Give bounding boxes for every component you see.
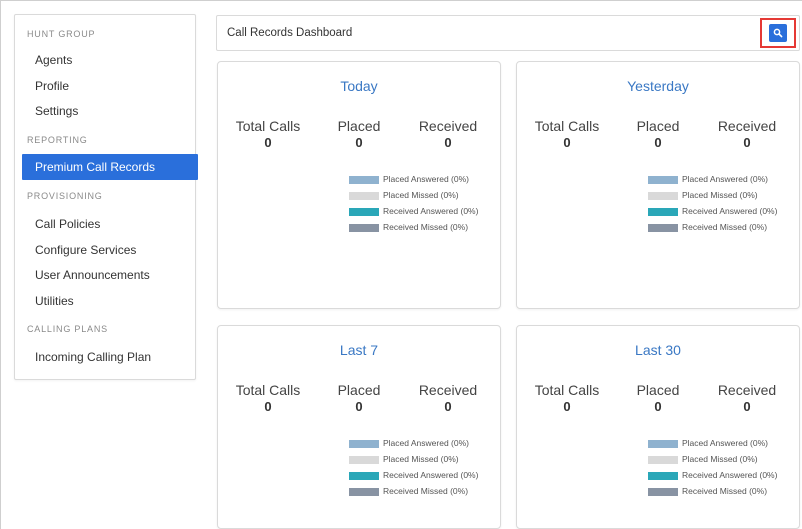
stat-placed: Placed 0 bbox=[314, 118, 404, 150]
legend-label: Placed Missed (0%) bbox=[682, 190, 758, 200]
stat-total-calls: Total Calls 0 bbox=[223, 118, 313, 150]
card-title: Today bbox=[340, 78, 378, 94]
page-title: Call Records Dashboard bbox=[227, 27, 353, 39]
legend-label: Placed Answered (0%) bbox=[682, 174, 768, 184]
card-yesterday: Yesterday Total Calls 0 Placed 0 Received 0… bbox=[516, 61, 800, 309]
section-hunt-group: HUNT GROUP bbox=[27, 29, 96, 39]
search-button[interactable] bbox=[769, 24, 787, 42]
legend-swatch bbox=[648, 456, 678, 464]
sidebar-item-configure-services[interactable]: Configure Services bbox=[35, 243, 136, 257]
stat-label: Received bbox=[418, 118, 478, 134]
stat-placed: Placed 0 bbox=[613, 382, 703, 414]
legend-swatch bbox=[648, 472, 678, 480]
sidebar: HUNT GROUP Agents Profile Settings REPOR… bbox=[14, 14, 198, 380]
stat-label: Received bbox=[717, 382, 777, 398]
sidebar-item-profile[interactable]: Profile bbox=[35, 79, 69, 93]
sidebar-item-agents[interactable]: Agents bbox=[35, 53, 72, 67]
card-title: Last 7 bbox=[339, 342, 379, 358]
legend-swatch bbox=[648, 440, 678, 448]
stat-label: Total Calls bbox=[235, 118, 301, 134]
sidebar-item-settings[interactable]: Settings bbox=[35, 104, 78, 118]
stat-value: 0 bbox=[654, 399, 662, 414]
legend-swatch bbox=[349, 472, 379, 480]
section-reporting: REPORTING bbox=[27, 135, 88, 145]
stat-received: Received 0 bbox=[403, 382, 493, 414]
legend-label: Placed Answered (0%) bbox=[682, 438, 768, 448]
legend-label: Received Missed (0%) bbox=[383, 222, 469, 232]
stat-label: Total Calls bbox=[534, 118, 600, 134]
card-today: Today Total Calls 0 Placed 0 Received 0 Pla… bbox=[217, 61, 501, 309]
stat-received: Received 0 bbox=[702, 118, 792, 150]
legend-label: Received Missed (0%) bbox=[383, 486, 469, 496]
legend-label: Received Answered (0%) bbox=[383, 206, 479, 216]
legend-swatch bbox=[349, 176, 379, 184]
legend-swatch bbox=[349, 224, 379, 232]
legend-label: Received Answered (0%) bbox=[682, 206, 778, 216]
legend-label: Placed Missed (0%) bbox=[383, 454, 459, 464]
section-provisioning: PROVISIONING bbox=[27, 191, 103, 201]
stat-value: 0 bbox=[444, 135, 452, 150]
legend-swatch bbox=[349, 192, 379, 200]
stat-placed: Placed 0 bbox=[314, 382, 404, 414]
stat-total-calls: Total Calls 0 bbox=[223, 382, 313, 414]
stat-total-calls: Total Calls 0 bbox=[522, 118, 612, 150]
stat-label: Total Calls bbox=[235, 382, 301, 398]
legend-swatch bbox=[349, 440, 379, 448]
stat-label: Placed bbox=[337, 382, 381, 398]
sidebar-item-incoming-calling-plan[interactable]: Incoming Calling Plan bbox=[35, 350, 151, 364]
stat-label: Placed bbox=[636, 382, 680, 398]
stat-value: 0 bbox=[563, 399, 571, 414]
legend-label: Placed Answered (0%) bbox=[383, 174, 469, 184]
legend-label: Received Answered (0%) bbox=[682, 470, 778, 480]
stat-value: 0 bbox=[743, 135, 751, 150]
legend-swatch bbox=[648, 208, 678, 216]
legend-label: Received Missed (0%) bbox=[682, 486, 768, 496]
legend-swatch bbox=[648, 488, 678, 496]
card-last-30: Last 30 Total Calls 0 Placed 0 Received 0 P… bbox=[516, 325, 800, 529]
legend-label: Placed Missed (0%) bbox=[682, 454, 758, 464]
sidebar-item-utilities[interactable]: Utilities bbox=[35, 294, 74, 308]
stat-value: 0 bbox=[444, 399, 452, 414]
search-icon bbox=[773, 28, 783, 38]
stat-value: 0 bbox=[264, 135, 272, 150]
stat-value: 0 bbox=[563, 135, 571, 150]
legend-swatch bbox=[349, 208, 379, 216]
stat-value: 0 bbox=[654, 135, 662, 150]
sidebar-item-call-policies[interactable]: Call Policies bbox=[35, 217, 100, 231]
legend-swatch bbox=[648, 192, 678, 200]
sidebar-item-user-announcements[interactable]: User Announcements bbox=[35, 268, 150, 282]
stat-received: Received 0 bbox=[702, 382, 792, 414]
stat-label: Placed bbox=[337, 118, 381, 134]
stat-label: Total Calls bbox=[534, 382, 600, 398]
legend-swatch bbox=[648, 176, 678, 184]
stat-label: Received bbox=[717, 118, 777, 134]
card-title: Last 30 bbox=[635, 342, 681, 358]
dashboard-header: Call Records Dashboard bbox=[216, 15, 800, 51]
legend-label: Placed Missed (0%) bbox=[383, 190, 459, 200]
stat-value: 0 bbox=[355, 399, 363, 414]
legend-swatch bbox=[349, 456, 379, 464]
stat-total-calls: Total Calls 0 bbox=[522, 382, 612, 414]
legend-swatch bbox=[349, 488, 379, 496]
stat-value: 0 bbox=[355, 135, 363, 150]
stat-label: Placed bbox=[636, 118, 680, 134]
section-calling-plans: CALLING PLANS bbox=[27, 324, 108, 334]
stat-value: 0 bbox=[743, 399, 751, 414]
stat-received: Received 0 bbox=[403, 118, 493, 150]
stat-label: Received bbox=[418, 382, 478, 398]
sidebar-item-premium-call-records[interactable]: Premium Call Records bbox=[22, 154, 198, 180]
card-last-7: Last 7 Total Calls 0 Placed 0 Received 0 Pl… bbox=[217, 325, 501, 529]
legend-label: Received Answered (0%) bbox=[383, 470, 479, 480]
stat-value: 0 bbox=[264, 399, 272, 414]
legend-label: Received Missed (0%) bbox=[682, 222, 768, 232]
legend-label: Placed Answered (0%) bbox=[383, 438, 469, 448]
stat-placed: Placed 0 bbox=[613, 118, 703, 150]
card-title: Yesterday bbox=[627, 78, 689, 94]
legend-swatch bbox=[648, 224, 678, 232]
